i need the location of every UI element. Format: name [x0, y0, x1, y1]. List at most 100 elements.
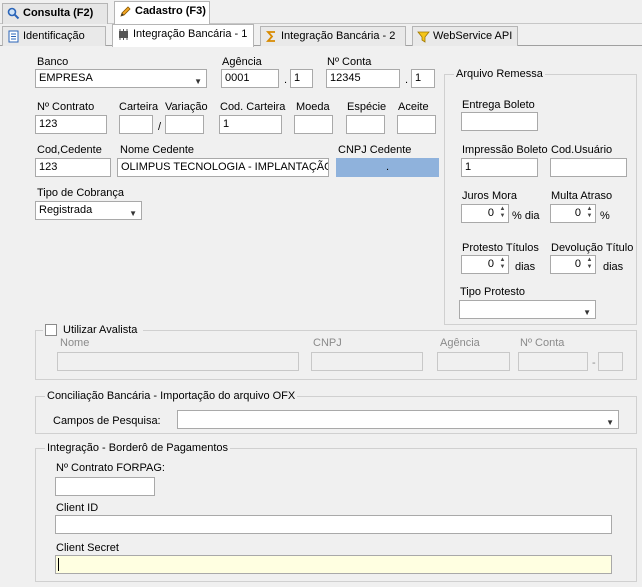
avalista-conta-input[interactable] [518, 352, 588, 371]
funnel-icon [417, 31, 430, 43]
cod-carteira-input[interactable]: 1 [219, 115, 282, 134]
client-id-label: Client ID [56, 502, 99, 514]
conta-input[interactable]: 12345 [326, 69, 400, 88]
especie-input[interactable] [346, 115, 385, 134]
conciliacao-title: Conciliação Bancária - Importação do arq… [45, 390, 298, 403]
tab-integracao-bancaria-2[interactable]: Integração Bancária - 2 [260, 26, 406, 46]
carteira-slash: / [158, 121, 162, 133]
tab-integracao-bancaria-1[interactable]: Integração Bancária - 1 [112, 24, 254, 47]
devolucao-titulo-label: Devolução Título [551, 242, 634, 254]
main-tabstrip: Consulta (F2) Cadastro (F3) [0, 0, 642, 25]
chevron-down-icon: ▼ [194, 77, 202, 86]
utilizar-avalista-label: Utilizar Avalista [63, 324, 138, 336]
tab-identificacao[interactable]: Identificação [2, 26, 106, 46]
moeda-input[interactable] [294, 115, 333, 134]
banco-value: EMPRESA [39, 72, 93, 84]
campos-pesquisa-select[interactable]: ▼ [177, 410, 619, 429]
agencia-input[interactable]: 0001 [221, 69, 279, 88]
banco-label: Banco [37, 56, 69, 68]
contrato-label: Nº Contrato [37, 101, 95, 113]
aceite-label: Aceite [398, 101, 429, 113]
juros-mora-spinner[interactable]: 0 ▲ ▼ [461, 204, 509, 223]
tab-consulta-label: Consulta (F2) [23, 7, 94, 19]
spin-arrows-icon[interactable]: ▲ ▼ [585, 257, 594, 272]
agencia-separator: . [284, 74, 288, 86]
tipo-cobranca-select[interactable]: Registrada ▼ [35, 201, 142, 220]
tab-webservice-api-label: WebService API [433, 30, 513, 42]
tipo-protesto-label: Tipo Protesto [460, 286, 526, 298]
agencia-label: Agência [222, 56, 262, 68]
multa-atraso-label: Multa Atraso [551, 190, 613, 202]
text-cursor [58, 558, 59, 571]
sigma-icon [265, 31, 275, 42]
cod-usuario-input[interactable] [550, 158, 627, 177]
avalista-cnpj-input[interactable] [311, 352, 423, 371]
nome-cedente-input[interactable]: OLIMPUS TECNOLOGIA - IMPLANTAÇÃO [117, 158, 329, 177]
devolucao-titulo-value: 0 [574, 258, 581, 270]
aceite-input[interactable] [397, 115, 436, 134]
client-secret-label: Client Secret [56, 542, 119, 554]
variacao-label: Variação [165, 101, 208, 113]
tab-cadastro[interactable]: Cadastro (F3) [114, 1, 210, 25]
cnpj-cedente-input[interactable]: . [336, 158, 439, 177]
cod-cedente-label: Cod,Cedente [37, 144, 102, 156]
impressao-boleto-input[interactable]: 1 [461, 158, 538, 177]
spin-arrows-icon[interactable]: ▲ ▼ [585, 206, 594, 221]
carteira-input[interactable] [119, 115, 153, 134]
conta-label: Nº Conta [327, 56, 372, 68]
tab-identificacao-label: Identificação [23, 30, 85, 42]
agencia-digit-input[interactable]: 1 [290, 69, 313, 88]
spin-arrows-icon[interactable]: ▲ ▼ [498, 206, 507, 221]
protesto-unit: dias [515, 261, 536, 273]
contrato-forpag-input[interactable] [55, 477, 155, 496]
tipo-cobranca-label: Tipo de Cobrança [37, 187, 125, 199]
sub-tabstrip: Identificação Integração Bancária - 1 In… [0, 24, 642, 47]
nome-cedente-label: Nome Cedente [120, 144, 194, 156]
protesto-titulos-value: 0 [487, 258, 494, 270]
avalista-conta-dash: - [592, 357, 596, 369]
tab-integracao-bancaria-1-label: Integração Bancária - 1 [133, 28, 248, 40]
entrega-boleto-input[interactable] [461, 112, 538, 131]
multa-atraso-spinner[interactable]: 0 ▲ ▼ [550, 204, 596, 223]
avalista-agencia-input[interactable] [437, 352, 510, 371]
tab-consulta[interactable]: Consulta (F2) [2, 3, 108, 24]
tab-webservice-api[interactable]: WebService API [412, 26, 518, 46]
chevron-down-icon: ▼ [129, 209, 137, 218]
juros-mora-label: Juros Mora [462, 190, 518, 202]
client-id-input[interactable] [55, 515, 612, 534]
chevron-down-icon: ▼ [583, 308, 591, 317]
impressao-boleto-label: Impressão Boleto [462, 144, 548, 156]
protesto-titulos-spinner[interactable]: 0 ▲ ▼ [461, 255, 509, 274]
arquivo-remessa-title: Arquivo Remessa [454, 68, 545, 81]
avalista-header: Utilizar Avalista [43, 323, 143, 337]
avalista-cnpj-label: CNPJ [313, 337, 342, 349]
protesto-titulos-label: Protesto Títulos [462, 242, 539, 254]
cod-usuario-label: Cod.Usuário [551, 144, 613, 156]
avalista-conta-digit-input[interactable] [598, 352, 623, 371]
contrato-forpag-label: Nº Contrato FORPAG: [56, 462, 165, 474]
avalista-nome-label: Nome [60, 337, 90, 349]
chip-icon [119, 29, 128, 40]
devolucao-titulo-spinner[interactable]: 0 ▲ ▼ [550, 255, 596, 274]
especie-label: Espécie [347, 101, 387, 113]
cnpj-cedente-label: CNPJ Cedente [338, 144, 412, 156]
tab-cadastro-label: Cadastro (F3) [135, 5, 206, 17]
devolucao-unit: dias [603, 261, 624, 273]
avalista-nome-input[interactable] [57, 352, 299, 371]
chevron-down-icon: ▼ [606, 418, 614, 427]
contrato-input[interactable]: 123 [35, 115, 107, 134]
multa-atraso-value: 0 [574, 207, 581, 219]
cod-carteira-label: Cod. Carteira [220, 101, 286, 113]
variacao-input[interactable] [165, 115, 204, 134]
banco-select[interactable]: EMPRESA ▼ [35, 69, 207, 88]
tipo-cobranca-value: Registrada [39, 204, 93, 216]
utilizar-avalista-checkbox[interactable] [45, 324, 57, 336]
tipo-protesto-select[interactable]: ▼ [459, 300, 596, 319]
client-secret-input[interactable] [55, 555, 612, 574]
conta-digit-input[interactable]: 1 [411, 69, 435, 88]
cod-cedente-input[interactable]: 123 [35, 158, 111, 177]
entrega-boleto-label: Entrega Boleto [462, 99, 535, 111]
pencil-icon [120, 6, 131, 17]
avalista-conta-label: Nº Conta [520, 337, 565, 349]
spin-arrows-icon[interactable]: ▲ ▼ [498, 257, 507, 272]
